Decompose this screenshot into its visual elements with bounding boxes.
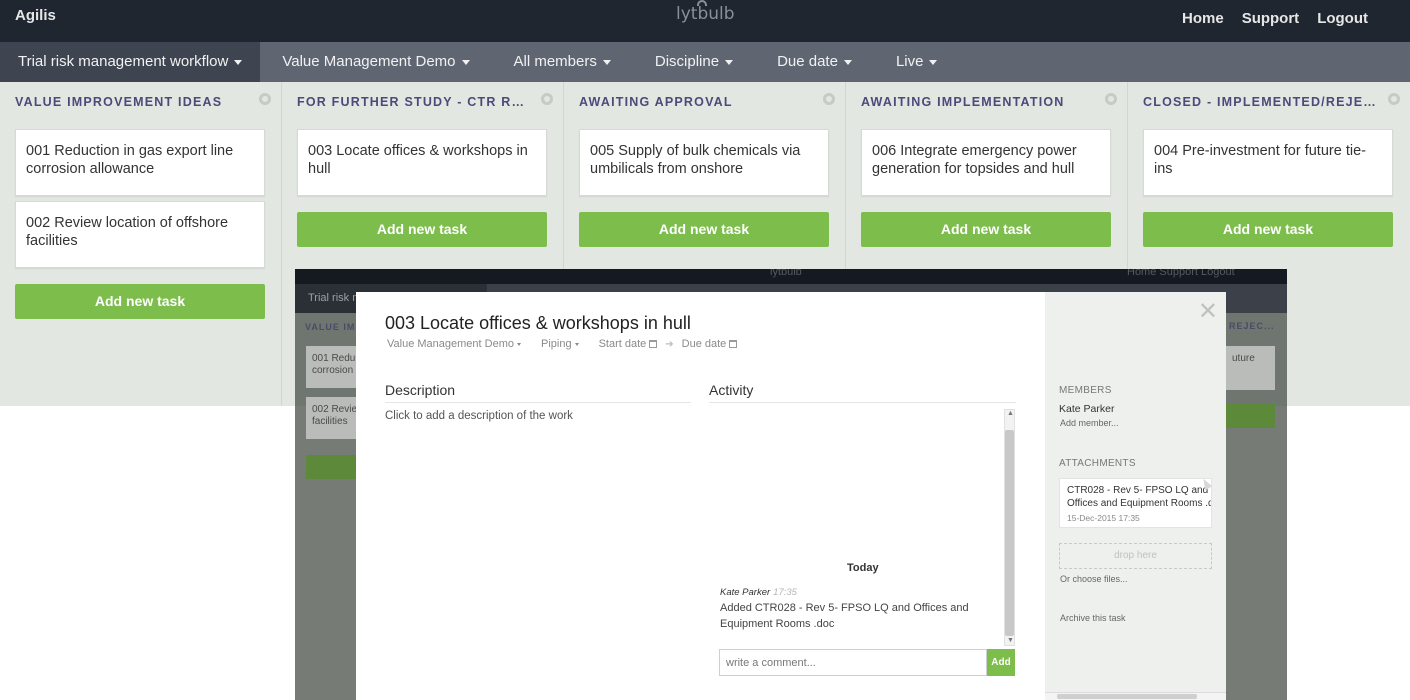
members-dropdown[interactable]: All members — [492, 42, 633, 82]
author-name: Kate Parker — [720, 587, 771, 598]
calendar-icon — [729, 340, 738, 348]
modal-sidebar: ✕ MEMBERS Kate Parker Add member... ATTA… — [1045, 292, 1226, 700]
column-title: CLOSED - IMPLEMENTED/REJECTED — [1143, 95, 1378, 109]
add-new-task-button[interactable]: Add new task — [15, 284, 265, 319]
task-card-005[interactable]: 005 Supply of bulk chemicals via umbilic… — [579, 129, 829, 196]
task-card-001[interactable]: 001 Reduction in gas export line corrosi… — [15, 129, 265, 196]
gear-icon[interactable] — [259, 93, 271, 105]
project-dropdown[interactable]: Value Management Demo — [260, 42, 491, 82]
backdrop-links: Home Support Logout — [1127, 269, 1235, 278]
activity-heading: Activity — [709, 382, 1016, 403]
column-title: FOR FURTHER STUDY - CTR RAISED — [297, 95, 532, 109]
add-new-task-button[interactable]: Add new task — [861, 212, 1111, 247]
backdrop-card: uture — [1226, 346, 1275, 390]
description-heading: Description — [385, 382, 691, 403]
home-link[interactable]: Home — [1182, 10, 1224, 27]
filter-bar: Trial risk management workflow Value Man… — [0, 42, 1410, 82]
project-selector[interactable]: Value Management Demo — [387, 338, 521, 350]
top-navbar: Agilis lytbulb Home Support Logout — [0, 0, 1410, 42]
activity-message: Added CTR028 - Rev 5- FPSO LQ and Office… — [720, 602, 969, 630]
due-date-picker[interactable]: Due date — [682, 338, 738, 350]
task-card-004[interactable]: 004 Pre-investment for future tie-ins — [1143, 129, 1393, 196]
workflow-label: Trial risk management workflow — [18, 53, 229, 70]
due-date-label: Due date — [777, 53, 838, 70]
drop-zone[interactable]: drop here — [1059, 543, 1212, 569]
activity-time: 17:35 — [773, 587, 797, 598]
gear-icon[interactable] — [823, 93, 835, 105]
attachment-item[interactable]: CTR028 - Rev 5- FPSO LQ and Offices and … — [1059, 478, 1212, 528]
backdrop-add-button — [1226, 404, 1275, 428]
live-label: Live — [895, 53, 924, 70]
close-icon[interactable]: ✕ — [1198, 300, 1218, 324]
backdrop-logo: lytbulb — [770, 269, 802, 278]
add-member-link[interactable]: Add member... — [1060, 418, 1119, 428]
start-date-label: Start date — [598, 338, 647, 350]
backdrop-right-title: REJEC... — [1229, 321, 1275, 331]
caret-down-icon — [843, 59, 852, 65]
discipline-label: Discipline — [654, 53, 720, 70]
members-label: All members — [513, 53, 597, 70]
caret-down-icon — [461, 59, 470, 65]
task-modal: ✕ MEMBERS Kate Parker Add member... ATTA… — [356, 292, 1226, 700]
task-card-006[interactable]: 006 Integrate emergency power generation… — [861, 129, 1111, 196]
column-value-improvement-ideas: VALUE IMPROVEMENT IDEAS 001 Reduction in… — [0, 82, 282, 406]
add-comment-button[interactable]: Add — [987, 649, 1015, 676]
members-label: MEMBERS — [1059, 385, 1112, 396]
live-dropdown[interactable]: Live — [874, 42, 960, 82]
project-name: Value Management Demo — [387, 338, 514, 350]
scroll-up-icon[interactable]: ▲ — [1007, 410, 1014, 417]
discipline-dropdown[interactable]: Discipline — [633, 42, 755, 82]
comment-input[interactable] — [719, 649, 987, 676]
scroll-down-icon[interactable]: ▼ — [1007, 637, 1014, 644]
app-name[interactable]: Agilis — [15, 7, 56, 24]
activity-author: Kate Parker 17:35 — [720, 587, 797, 598]
workflow-dropdown[interactable]: Trial risk management workflow — [0, 42, 261, 82]
choose-files-link[interactable]: Or choose files... — [1060, 574, 1128, 584]
scrollbar-thumb[interactable] — [1005, 430, 1014, 636]
support-link[interactable]: Support — [1242, 10, 1300, 27]
attachments-label: ATTACHMENTS — [1059, 458, 1136, 469]
project-label: Value Management Demo — [282, 53, 456, 70]
calendar-icon — [649, 340, 658, 348]
description-placeholder[interactable]: Click to add a description of the work — [385, 410, 573, 422]
bulb-icon — [697, 0, 707, 6]
gear-icon[interactable] — [1388, 93, 1400, 105]
task-card-002[interactable]: 002 Review location of offshore faciliti… — [15, 201, 265, 268]
archive-task-link[interactable]: Archive this task — [1060, 613, 1126, 623]
caret-down-icon — [574, 342, 579, 346]
arrow-right-icon: ➔ — [665, 338, 674, 350]
logout-link[interactable]: Logout — [1317, 10, 1368, 27]
gear-icon[interactable] — [1105, 93, 1117, 105]
add-new-task-button[interactable]: Add new task — [579, 212, 829, 247]
column-title: AWAITING IMPLEMENTATION — [861, 95, 1065, 109]
backdrop-column-title: VALUE IMP — [305, 322, 363, 332]
column-title: AWAITING APPROVAL — [579, 95, 733, 109]
column-title: VALUE IMPROVEMENT IDEAS — [15, 95, 223, 109]
scrollbar-thumb[interactable] — [1057, 694, 1197, 699]
task-title[interactable]: 003 Locate offices & workshops in hull — [385, 313, 691, 334]
task-card-003[interactable]: 003 Locate offices & workshops in hull — [297, 129, 547, 196]
add-new-task-button[interactable]: Add new task — [1143, 212, 1393, 247]
caret-down-icon — [516, 342, 521, 346]
start-date-picker[interactable]: Start date — [599, 338, 658, 350]
top-links: Home Support Logout — [1182, 10, 1368, 27]
caret-down-icon — [929, 59, 938, 65]
discipline-selector[interactable]: Piping — [541, 338, 579, 350]
attachment-date: 15-Dec-2015 17:35 — [1067, 513, 1140, 523]
activity-day: Today — [847, 562, 879, 574]
add-new-task-button[interactable]: Add new task — [297, 212, 547, 247]
discipline-name: Piping — [540, 338, 572, 350]
member-name[interactable]: Kate Parker — [1059, 403, 1114, 415]
caret-down-icon — [602, 59, 611, 65]
task-meta: Value Management Demo Piping Start date … — [387, 338, 757, 350]
due-date-dropdown[interactable]: Due date — [755, 42, 874, 82]
lytbulb-logo: lytbulb — [676, 4, 735, 24]
caret-down-icon — [234, 59, 243, 65]
caret-down-icon — [725, 59, 734, 65]
gear-icon[interactable] — [541, 93, 553, 105]
attachment-name: CTR028 - Rev 5- FPSO LQ and Offices and … — [1067, 485, 1212, 509]
due-date-label: Due date — [681, 338, 727, 350]
